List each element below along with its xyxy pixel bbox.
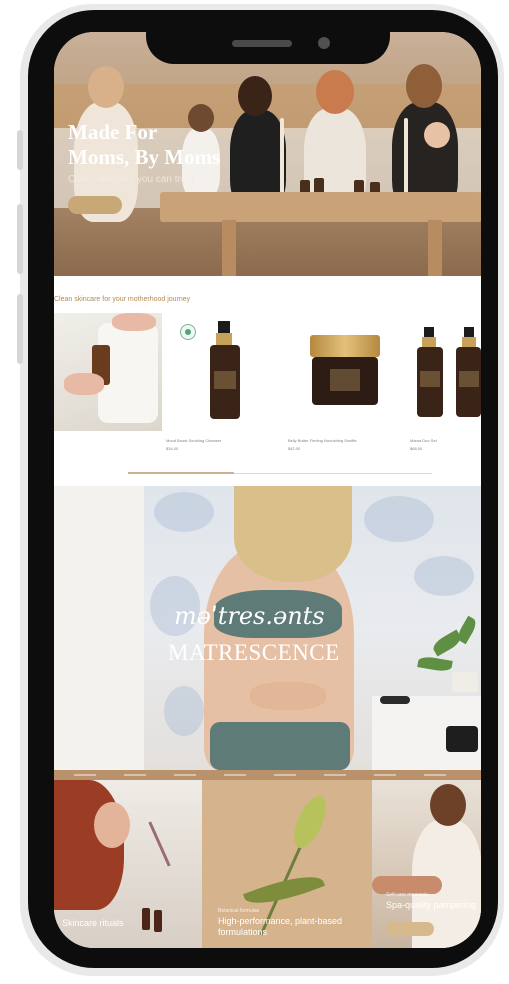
- product-price: $34.00: [166, 446, 179, 451]
- hero-banner[interactable]: Made For Moms, By Moms Clean skincare yo…: [54, 32, 481, 276]
- lavender-sprig: [148, 821, 171, 867]
- volume-down-button: [17, 294, 23, 364]
- amber-bottle: [154, 910, 162, 932]
- pump-icon: [218, 321, 230, 333]
- pump-icon: [424, 327, 434, 337]
- pump-icon: [464, 327, 474, 337]
- product-carousel-section: Clean skincare for your motherhood journ…: [54, 276, 481, 486]
- phonetic-spelling: məˈtres.ənts: [174, 602, 325, 630]
- category-link[interactable]: [74, 774, 96, 776]
- phone-notch: [146, 10, 390, 64]
- jar-label: [330, 369, 360, 391]
- bottle-label: [459, 371, 479, 387]
- bottle-label: [420, 371, 440, 387]
- category-link[interactable]: [124, 774, 146, 776]
- matrescence-heading: MATRESCENCE: [168, 640, 340, 665]
- category-strip: [54, 770, 481, 780]
- amber-bottle: [142, 908, 150, 930]
- bottle-collar: [422, 337, 436, 347]
- camera-icon: [318, 37, 330, 49]
- model-briefs: [210, 722, 350, 770]
- hero-subtitle: Clean skincare you can trust: [68, 174, 195, 185]
- hand-bottom: [64, 373, 104, 395]
- category-link[interactable]: [324, 774, 346, 776]
- carousel-scroll-thumb[interactable]: [128, 472, 234, 474]
- category-link[interactable]: [374, 774, 396, 776]
- table-leg-left: [222, 220, 236, 276]
- category-link[interactable]: [174, 774, 196, 776]
- lifestyle-image[interactable]: [54, 313, 162, 431]
- matrescence-banner[interactable]: məˈtres.ənts MATRESCENCE: [54, 486, 481, 770]
- phone-screen: Made For Moms, By Moms Clean skincare yo…: [54, 32, 481, 948]
- baby-head: [424, 122, 450, 148]
- hero-title: Made For Moms, By Moms: [68, 120, 221, 169]
- volume-up-button: [17, 204, 23, 274]
- soap-dish: [380, 696, 410, 704]
- product-name[interactable]: Mama Duo Set: [410, 438, 437, 443]
- black-jar: [446, 726, 478, 752]
- product-price: $68.00: [410, 446, 423, 451]
- wallpaper-motif: [414, 556, 474, 596]
- window-light: [54, 486, 144, 770]
- category-link[interactable]: [224, 774, 246, 776]
- product-name[interactable]: Belly Butter Firming Nourishing Souffle: [288, 438, 357, 443]
- candle-1: [280, 118, 284, 198]
- speaker-grille: [232, 40, 292, 47]
- lily-leaf: [242, 866, 326, 914]
- jar-lid: [310, 335, 380, 357]
- tile-caption: Skincare rituals: [62, 918, 124, 928]
- tile-tag: Botanical formulas: [218, 908, 260, 914]
- plant-pot: [452, 672, 478, 692]
- product-price: $42.00: [288, 446, 301, 451]
- tile-shop-button[interactable]: [386, 922, 434, 936]
- coffee-table: [160, 192, 481, 222]
- tile-caption: Spa-quality pampering: [386, 900, 477, 910]
- product-name[interactable]: Mood Boost Soothing Cleanser: [166, 438, 221, 443]
- mom-head-4: [406, 64, 442, 108]
- hero-shop-button[interactable]: [68, 196, 122, 214]
- mom-head-1: [88, 66, 124, 108]
- bottle-collar: [462, 337, 476, 347]
- bottle-collar: [216, 333, 232, 345]
- mom-head-3: [316, 70, 354, 114]
- woman-head: [430, 784, 466, 826]
- silent-switch: [17, 130, 23, 170]
- hand-top: [112, 313, 156, 331]
- wallpaper-motif: [164, 686, 204, 736]
- category-link[interactable]: [274, 774, 296, 776]
- table-leg-right: [428, 220, 442, 276]
- model-hand: [250, 682, 326, 710]
- plant-leaf: [455, 615, 479, 645]
- woman-face: [94, 802, 130, 848]
- model-hair: [234, 486, 352, 582]
- tile-tag: Self-care moments: [386, 892, 428, 898]
- feature-tile-formulations[interactable]: Botanical formulas High-performance, pla…: [202, 780, 372, 948]
- feature-tile-pampering[interactable]: Self-care moments Spa-quality pampering: [372, 780, 481, 948]
- products-tagline: Clean skincare for your motherhood journ…: [54, 296, 191, 303]
- feature-tiles: Skincare rituals Botanical formulas High…: [54, 780, 481, 948]
- plant-leaf: [417, 655, 453, 673]
- feature-tile-skincare[interactable]: Skincare rituals: [54, 780, 202, 948]
- wallpaper-motif: [364, 496, 434, 542]
- candle-2: [404, 118, 408, 198]
- bottle-label: [214, 371, 236, 389]
- wallpaper-motif: [154, 492, 214, 532]
- lily-bud: [287, 791, 333, 853]
- category-link[interactable]: [424, 774, 446, 776]
- mom-head-2: [238, 76, 272, 116]
- tile-caption: High-performance, plant-based formulatio…: [218, 916, 343, 937]
